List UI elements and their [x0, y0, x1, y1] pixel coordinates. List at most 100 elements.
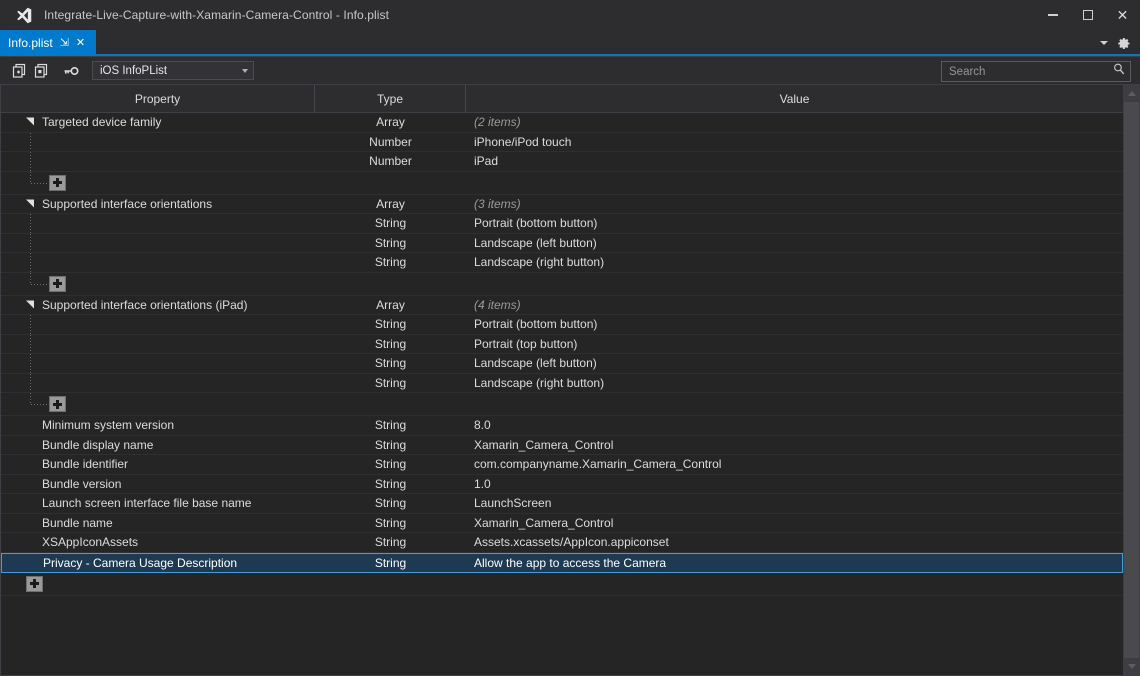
table-row[interactable]: Bundle display nameStringXamarin_Camera_… [1, 436, 1123, 456]
table-row[interactable]: XSAppIconAssetsStringAssets.xcassets/App… [1, 533, 1123, 553]
search-icon[interactable] [1112, 62, 1126, 81]
table-row[interactable]: StringLandscape (right button) [1, 374, 1123, 394]
table-row[interactable]: StringPortrait (top button) [1, 335, 1123, 355]
expander-expanded-icon[interactable] [26, 118, 35, 127]
cell-type[interactable]: String [315, 376, 466, 390]
cell-property[interactable]: Bundle display name [1, 436, 315, 455]
plus-icon[interactable] [26, 576, 43, 592]
table-row[interactable]: Bundle versionString1.0 [1, 475, 1123, 495]
cell-property[interactable]: Supported interface orientations (iPad) [1, 296, 315, 315]
plus-icon[interactable] [49, 175, 66, 191]
minimize-button[interactable] [1035, 0, 1070, 30]
add-document-icon[interactable] [8, 60, 30, 82]
pin-icon[interactable]: ⇲ [60, 38, 69, 49]
plus-icon[interactable] [49, 276, 66, 292]
search-input[interactable] [949, 66, 1112, 78]
vertical-scroll-thumb[interactable] [1124, 102, 1139, 658]
cell-property[interactable]: Minimum system version [1, 416, 315, 435]
cell-value[interactable]: LaunchScreen [466, 496, 1123, 510]
table-row[interactable]: Launch screen interface file base nameSt… [1, 494, 1123, 514]
cell-property[interactable]: Bundle version [1, 475, 315, 494]
cell-value[interactable]: Assets.xcassets/AppIcon.appiconset [466, 535, 1123, 549]
cell-property[interactable] [1, 133, 315, 152]
cell-property[interactable]: Launch screen interface file base name [1, 494, 315, 513]
cell-property[interactable]: Privacy - Camera Usage Description [2, 554, 315, 572]
cell-type[interactable]: Array [315, 197, 466, 211]
cell-type[interactable]: Array [315, 115, 466, 129]
cell-property[interactable] [1, 152, 315, 171]
scroll-up-arrow-icon[interactable] [1123, 85, 1140, 102]
table-row[interactable]: StringLandscape (right button) [1, 253, 1123, 273]
scroll-track[interactable] [1123, 102, 1140, 658]
cell-type[interactable]: String [315, 516, 466, 530]
table-row[interactable]: StringPortrait (bottom button) [1, 214, 1123, 234]
cell-type[interactable]: String [315, 317, 466, 331]
duplicate-document-icon[interactable] [30, 60, 52, 82]
cell-value[interactable]: Portrait (bottom button) [466, 317, 1123, 331]
cell-property[interactable] [1, 315, 315, 334]
cell-value[interactable]: 8.0 [466, 418, 1123, 432]
cell-value[interactable]: Xamarin_Camera_Control [466, 438, 1123, 452]
cell-property[interactable]: Bundle name [1, 514, 315, 533]
cell-type[interactable]: Number [315, 154, 466, 168]
cell-value[interactable]: Landscape (left button) [466, 236, 1123, 250]
column-header-property[interactable]: Property [1, 85, 315, 112]
cell-property[interactable] [1, 253, 315, 272]
cell-property[interactable] [1, 354, 315, 373]
expander-expanded-icon[interactable] [26, 300, 35, 309]
expander-expanded-icon[interactable] [26, 199, 35, 208]
plus-icon[interactable] [49, 396, 66, 412]
cell-value[interactable]: Xamarin_Camera_Control [466, 516, 1123, 530]
chevron-down-icon[interactable] [1100, 41, 1108, 45]
cell-type[interactable]: String [315, 337, 466, 351]
cell-value[interactable]: Landscape (right button) [466, 255, 1123, 269]
key-icon[interactable] [60, 60, 82, 82]
cell-value[interactable]: Landscape (left button) [466, 356, 1123, 370]
table-row[interactable]: Minimum system versionString8.0 [1, 416, 1123, 436]
table-row[interactable]: Privacy - Camera Usage DescriptionString… [1, 553, 1123, 573]
close-window-button[interactable]: ✕ [1105, 0, 1140, 30]
cell-type[interactable]: String [315, 457, 466, 471]
cell-type[interactable]: String [315, 477, 466, 491]
cell-type[interactable]: String [315, 356, 466, 370]
cell-property[interactable] [1, 335, 315, 354]
plist-template-dropdown[interactable]: iOS InfoPList [92, 61, 254, 80]
cell-value[interactable]: Portrait (top button) [466, 337, 1123, 351]
table-row[interactable]: NumberiPad [1, 152, 1123, 172]
table-row[interactable]: Bundle nameStringXamarin_Camera_Control [1, 514, 1123, 534]
maximize-button[interactable] [1070, 0, 1105, 30]
cell-property[interactable] [1, 234, 315, 253]
vertical-scrollbar[interactable] [1123, 85, 1140, 676]
scroll-down-arrow-icon[interactable] [1123, 658, 1140, 675]
cell-type[interactable]: Number [315, 135, 466, 149]
cell-type[interactable]: String [315, 556, 466, 570]
table-row[interactable]: Supported interface orientationsArray(3 … [1, 195, 1123, 215]
table-row[interactable]: StringPortrait (bottom button) [1, 315, 1123, 335]
column-header-value[interactable]: Value [466, 85, 1123, 112]
cell-value[interactable]: (3 items) [466, 197, 1123, 211]
cell-value[interactable]: Allow the app to access the Camera [466, 556, 1122, 570]
cell-type[interactable]: String [315, 496, 466, 510]
cell-property[interactable] [1, 374, 315, 393]
cell-type[interactable]: Array [315, 298, 466, 312]
close-icon[interactable]: ✕ [76, 38, 85, 49]
cell-type[interactable]: String [315, 438, 466, 452]
cell-property[interactable]: Bundle identifier [1, 455, 315, 474]
cell-property[interactable]: Targeted device family [1, 113, 315, 132]
table-row[interactable]: StringLandscape (left button) [1, 234, 1123, 254]
table-row[interactable]: NumberiPhone/iPod touch [1, 133, 1123, 153]
column-header-type[interactable]: Type [315, 85, 466, 112]
cell-type[interactable]: String [315, 236, 466, 250]
table-row[interactable]: Targeted device familyArray(2 items) [1, 113, 1123, 133]
table-row[interactable]: Supported interface orientations (iPad)A… [1, 296, 1123, 316]
cell-value[interactable]: (4 items) [466, 298, 1123, 312]
cell-type[interactable]: String [315, 255, 466, 269]
cell-value[interactable]: 1.0 [466, 477, 1123, 491]
table-row[interactable]: StringLandscape (left button) [1, 354, 1123, 374]
cell-value[interactable]: iPhone/iPod touch [466, 135, 1123, 149]
gear-icon[interactable] [1118, 37, 1131, 50]
cell-value[interactable]: (2 items) [466, 115, 1123, 129]
cell-value[interactable]: iPad [466, 154, 1123, 168]
cell-value[interactable]: Portrait (bottom button) [466, 216, 1123, 230]
table-row[interactable]: Bundle identifierStringcom.companyname.X… [1, 455, 1123, 475]
